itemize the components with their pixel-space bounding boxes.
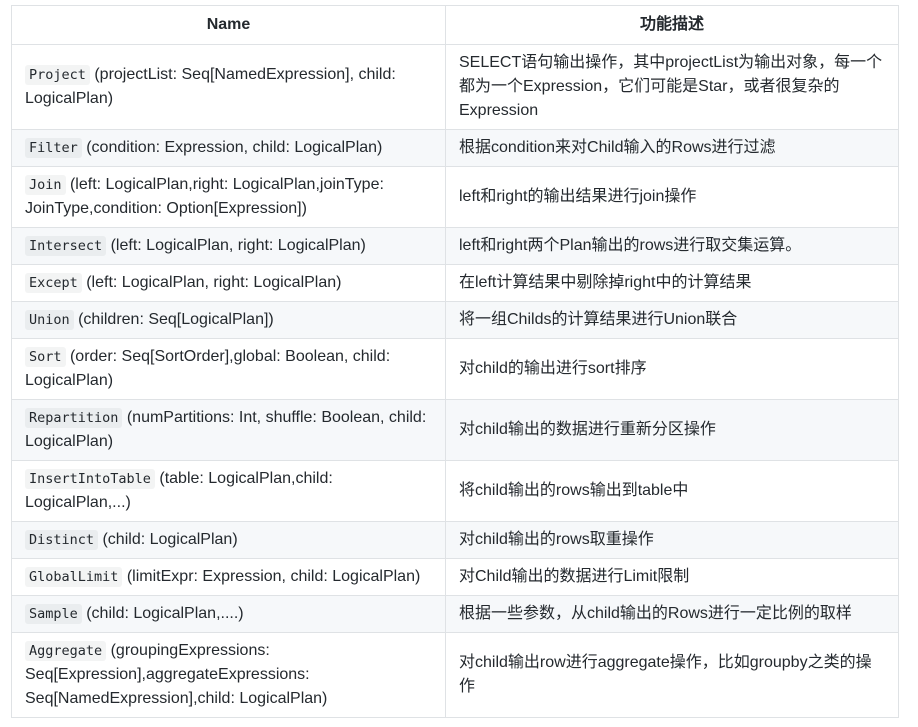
name-cell: Sample (child: LogicalPlan,....) xyxy=(11,595,446,633)
name-cell: Filter (condition: Expression, child: Lo… xyxy=(11,129,446,167)
operator-code: Sample xyxy=(25,604,82,624)
page: Name 功能描述 Project (projectList: Seq[Name… xyxy=(0,0,918,727)
description-cell: 根据condition来对Child输入的Rows进行过滤 xyxy=(445,129,899,167)
description-cell: left和right的输出结果进行join操作 xyxy=(445,166,899,228)
name-cell: Except (left: LogicalPlan, right: Logica… xyxy=(11,264,446,302)
column-header-name: Name xyxy=(11,5,446,45)
description-cell: left和right两个Plan输出的rows进行取交集运算。 xyxy=(445,227,899,265)
column-header-description: 功能描述 xyxy=(445,5,899,45)
table-row: Intersect (left: LogicalPlan, right: Log… xyxy=(11,227,899,265)
operator-code: Repartition xyxy=(25,408,123,428)
operator-code: Distinct xyxy=(25,530,99,550)
name-cell: Aggregate (groupingExpressions: Seq[Expr… xyxy=(11,632,446,718)
table-row: Distinct (child: LogicalPlan) 对child输出的r… xyxy=(11,521,899,559)
operator-args: (condition: Expression, child: LogicalPl… xyxy=(81,139,383,156)
description-cell: 对child的输出进行sort排序 xyxy=(445,338,899,400)
name-cell: Sort (order: Seq[SortOrder],global: Bool… xyxy=(11,338,446,400)
name-cell: Join (left: LogicalPlan,right: LogicalPl… xyxy=(11,166,446,228)
name-cell: InsertIntoTable (table: LogicalPlan,chil… xyxy=(11,460,446,522)
name-cell: Repartition (numPartitions: Int, shuffle… xyxy=(11,399,446,461)
operator-args: (order: Seq[SortOrder],global: Boolean, … xyxy=(25,348,391,389)
description-cell: 对child输出的数据进行重新分区操作 xyxy=(445,399,899,461)
name-cell: GlobalLimit (limitExpr: Expression, chil… xyxy=(11,558,446,596)
table-row: Repartition (numPartitions: Int, shuffle… xyxy=(11,399,899,461)
name-cell: Project (projectList: Seq[NamedExpressio… xyxy=(11,44,446,130)
operator-args: (limitExpr: Expression, child: LogicalPl… xyxy=(122,568,421,585)
description-cell: 将一组Childs的计算结果进行Union联合 xyxy=(445,301,899,339)
table-row: Join (left: LogicalPlan,right: LogicalPl… xyxy=(11,166,899,228)
name-cell: Distinct (child: LogicalPlan) xyxy=(11,521,446,559)
table-row: GlobalLimit (limitExpr: Expression, chil… xyxy=(11,558,899,596)
operator-code: Filter xyxy=(25,138,82,158)
description-cell: 将child输出的rows输出到table中 xyxy=(445,460,899,522)
logical-plan-table: Name 功能描述 Project (projectList: Seq[Name… xyxy=(11,5,899,718)
table-row: InsertIntoTable (table: LogicalPlan,chil… xyxy=(11,460,899,522)
table-row: Sample (child: LogicalPlan,....) 根据一些参数，… xyxy=(11,595,899,633)
name-cell: Intersect (left: LogicalPlan, right: Log… xyxy=(11,227,446,265)
description-cell: 对Child输出的数据进行Limit限制 xyxy=(445,558,899,596)
operator-code: Join xyxy=(25,175,66,195)
table-row: Sort (order: Seq[SortOrder],global: Bool… xyxy=(11,338,899,400)
table-header-row: Name 功能描述 xyxy=(11,5,899,45)
description-cell: 根据一些参数，从child输出的Rows进行一定比例的取样 xyxy=(445,595,899,633)
operator-args: (left: LogicalPlan, right: LogicalPlan) xyxy=(81,274,342,291)
operator-args: (left: LogicalPlan,right: LogicalPlan,jo… xyxy=(25,176,384,217)
operator-code: GlobalLimit xyxy=(25,567,123,587)
table-row: Project (projectList: Seq[NamedExpressio… xyxy=(11,44,899,130)
description-cell: 对child输出的rows取重操作 xyxy=(445,521,899,559)
description-cell: 在left计算结果中剔除掉right中的计算结果 xyxy=(445,264,899,302)
operator-code: Project xyxy=(25,65,90,85)
operator-args: (left: LogicalPlan, right: LogicalPlan) xyxy=(106,237,366,254)
operator-code: InsertIntoTable xyxy=(25,469,155,489)
table-row: Union (children: Seq[LogicalPlan]) 将一组Ch… xyxy=(11,301,899,339)
operator-args: (child: LogicalPlan,....) xyxy=(81,605,244,622)
table-row: Filter (condition: Expression, child: Lo… xyxy=(11,129,899,167)
operator-args: (children: Seq[LogicalPlan]) xyxy=(73,311,274,328)
operator-args: (child: LogicalPlan) xyxy=(98,531,238,548)
operator-code: Sort xyxy=(25,347,66,367)
operator-code: Except xyxy=(25,273,82,293)
operator-code: Union xyxy=(25,310,74,330)
table-row: Aggregate (groupingExpressions: Seq[Expr… xyxy=(11,632,899,718)
description-cell: 对child输出row进行aggregate操作，比如groupby之类的操作 xyxy=(445,632,899,718)
operator-code: Intersect xyxy=(25,236,107,256)
name-cell: Union (children: Seq[LogicalPlan]) xyxy=(11,301,446,339)
table-row: Except (left: LogicalPlan, right: Logica… xyxy=(11,264,899,302)
operator-code: Aggregate xyxy=(25,641,107,661)
description-cell: SELECT语句输出操作，其中projectList为输出对象，每一个都为一个E… xyxy=(445,44,899,130)
